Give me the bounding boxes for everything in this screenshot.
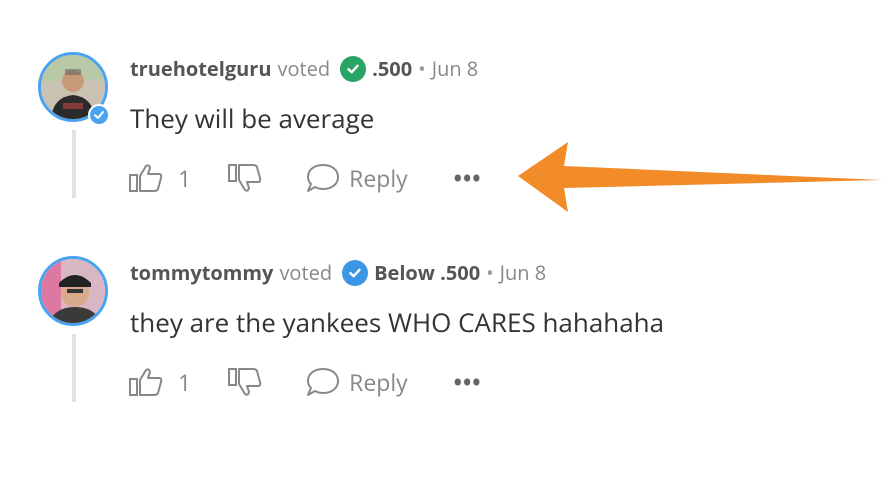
username[interactable]: truehotelguru	[130, 55, 272, 83]
thumbs-down-icon	[228, 164, 262, 192]
thread-line[interactable]	[72, 130, 76, 198]
comment-header: tommytommy voted Below .500 • Jun 8	[130, 259, 546, 287]
like-count: 1	[178, 162, 192, 194]
comment-body: They will be average	[130, 100, 375, 136]
comment-header: truehotelguru voted .500 • Jun 8	[130, 55, 478, 83]
vote-choice: .500	[372, 55, 413, 82]
voted-label: voted	[277, 55, 331, 82]
reply-label: Reply	[349, 366, 408, 398]
reply-button[interactable]: Reply	[305, 366, 408, 398]
separator-dot: •	[418, 55, 426, 82]
comment-date: Jun 8	[499, 259, 547, 286]
like-button[interactable]: 1	[128, 162, 191, 194]
like-count: 1	[178, 366, 192, 398]
speech-bubble-icon	[307, 164, 340, 192]
thumbs-up-icon	[129, 368, 163, 396]
vote-check-icon	[342, 260, 369, 286]
verified-check-icon	[88, 104, 110, 126]
more-options-button[interactable]: •••	[454, 367, 482, 397]
speech-bubble-icon	[307, 368, 340, 396]
dislike-button[interactable]	[227, 162, 265, 194]
like-button[interactable]: 1	[128, 366, 191, 398]
comment-actions: 1 Reply •••	[128, 160, 482, 196]
more-options-button[interactable]: •••	[454, 163, 482, 193]
comment-date: Jun 8	[431, 55, 479, 82]
avatar[interactable]	[38, 256, 110, 328]
vote-choice: Below .500	[374, 259, 481, 286]
reply-button[interactable]: Reply	[305, 162, 408, 194]
comment-body: they are the yankees WHO CARES hahahaha	[130, 304, 665, 340]
thread-line[interactable]	[72, 334, 76, 402]
voted-label: voted	[279, 259, 333, 286]
username[interactable]: tommytommy	[130, 259, 273, 287]
comment-actions: 1 Reply •••	[128, 364, 482, 400]
separator-dot: •	[486, 259, 494, 286]
thumbs-up-icon	[129, 164, 163, 192]
dislike-button[interactable]	[227, 366, 265, 398]
reply-label: Reply	[349, 162, 408, 194]
avatar[interactable]	[38, 52, 110, 126]
vote-check-icon	[340, 56, 367, 82]
annotation-arrow	[518, 142, 882, 212]
thumbs-down-icon	[228, 368, 262, 396]
